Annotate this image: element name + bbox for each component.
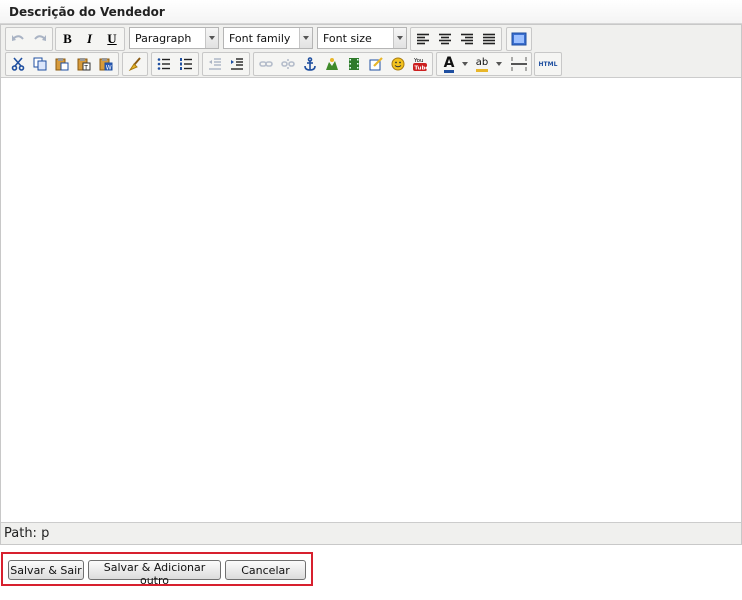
chevron-down-icon[interactable] (460, 53, 470, 75)
outdent-icon[interactable] (204, 53, 226, 75)
anchor-icon[interactable] (299, 53, 321, 75)
cancel-button[interactable]: Cancelar (225, 560, 306, 580)
font-family-select[interactable]: Font family (223, 27, 313, 49)
format-select[interactable]: Paragraph (129, 27, 219, 49)
align-right-icon[interactable] (456, 28, 478, 50)
redo-icon[interactable] (29, 28, 51, 50)
align-center-icon[interactable] (434, 28, 456, 50)
save-exit-button[interactable]: Salvar & Sair (8, 560, 84, 580)
editor-toolbar: B I U Paragraph Font family Font size T … (1, 25, 741, 78)
youtube-icon[interactable]: You Tube (409, 53, 431, 75)
paste-word-icon[interactable]: W (95, 53, 117, 75)
chevron-down-icon[interactable] (205, 28, 218, 48)
indent-icon[interactable] (226, 53, 248, 75)
horizontal-rule-icon[interactable] (507, 53, 531, 75)
title-bar: Descrição do Vendedor (0, 0, 742, 24)
svg-text:T: T (83, 64, 88, 71)
align-justify-icon[interactable] (478, 28, 500, 50)
edit-icon[interactable] (365, 53, 387, 75)
bullet-list-icon[interactable] (153, 53, 175, 75)
chevron-down-icon[interactable] (299, 28, 312, 48)
highlight-color-button[interactable]: ab (470, 53, 494, 75)
save-add-another-button[interactable]: Salvar & Adicionar outro (88, 560, 221, 587)
film-icon[interactable] (343, 53, 365, 75)
underline-button[interactable]: U (101, 28, 123, 50)
highlight-label: ab (475, 57, 489, 72)
chevron-down-icon[interactable] (393, 28, 406, 48)
rich-text-editor: B I U Paragraph Font family Font size T … (0, 24, 742, 545)
editor-statusbar: Path: p (1, 522, 741, 544)
unlink-icon[interactable] (277, 53, 299, 75)
html-source-button[interactable]: HTML (536, 53, 560, 75)
font-size-select-value: Font size (323, 32, 372, 45)
text-color-label: A (443, 54, 455, 73)
action-buttons-highlight: Salvar & Sair Salvar & Adicionar outro C… (1, 552, 313, 587)
align-left-icon[interactable] (412, 28, 434, 50)
broom-icon[interactable] (124, 53, 146, 75)
fullscreen-icon[interactable] (508, 28, 530, 50)
scissors-icon[interactable] (7, 53, 29, 75)
paste-icon[interactable] (51, 53, 73, 75)
numbered-list-icon[interactable] (175, 53, 197, 75)
link-icon[interactable] (255, 53, 277, 75)
font-family-select-value: Font family (229, 32, 291, 45)
image-icon[interactable] (321, 53, 343, 75)
bold-button[interactable]: B (57, 28, 78, 50)
font-size-select[interactable]: Font size (317, 27, 407, 49)
svg-text:W: W (106, 64, 112, 71)
text-color-button[interactable]: A (438, 53, 460, 75)
copy-icon[interactable] (29, 53, 51, 75)
section-title: Descrição do Vendedor (9, 5, 165, 19)
paste-text-icon[interactable]: T (73, 53, 95, 75)
italic-button[interactable]: I (79, 28, 100, 50)
format-select-value: Paragraph (135, 32, 192, 45)
undo-icon[interactable] (7, 28, 29, 50)
element-path: Path: p (4, 526, 50, 541)
editor-content-area[interactable] (1, 79, 741, 522)
chevron-down-icon[interactable] (494, 53, 504, 75)
emoticon-icon[interactable] (387, 53, 409, 75)
youtube-tube-text: Tube (414, 65, 428, 71)
